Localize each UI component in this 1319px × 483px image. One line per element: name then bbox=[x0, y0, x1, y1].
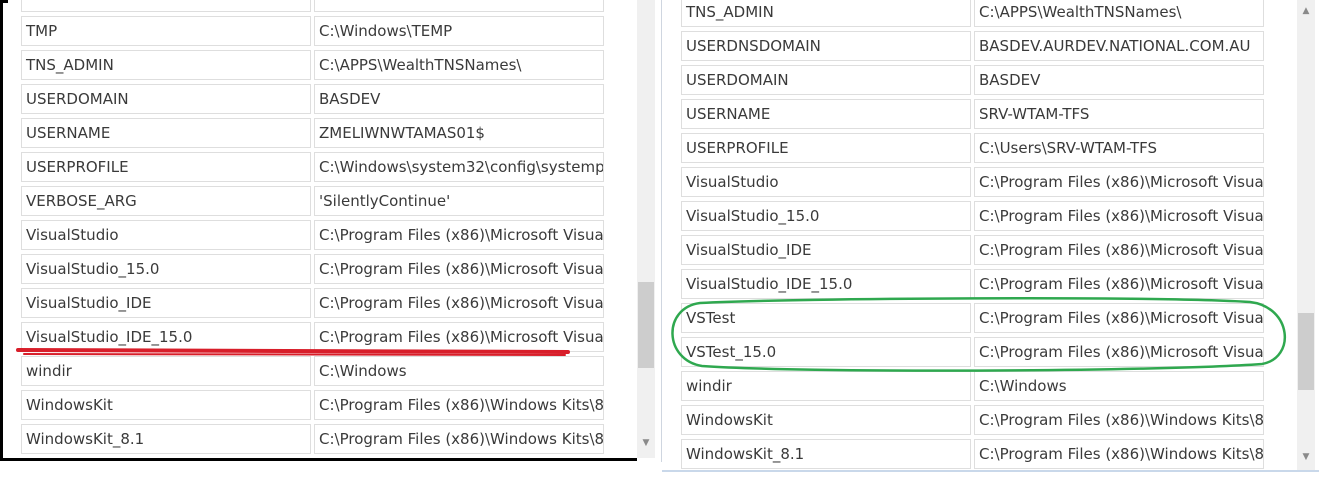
table-row: VisualStudio_IDE_15.0 C:\Program Files (x… bbox=[662, 269, 1264, 299]
down-arrow-icon[interactable]: ▼ bbox=[637, 434, 655, 452]
table-row: USERNAME SRV-WTAM-TFS bbox=[662, 99, 1264, 129]
table-row: USERNAME ZMELIWNWTAMAS01$ bbox=[0, 118, 604, 148]
variable-value-cell[interactable]: C:\Program Files (x86)\Windows Kits\8.1 bbox=[974, 439, 1264, 469]
variable-name-cell[interactable]: VSTest_15.0 bbox=[681, 337, 971, 367]
variable-name-cell[interactable]: WindowsKit_8.1 bbox=[681, 439, 971, 469]
variable-value-cell[interactable]: C:\Program Files (x86)\Microsoft Visual bbox=[314, 220, 604, 250]
variable-value-cell[interactable]: BASDEV bbox=[314, 84, 604, 114]
table-row: VSTest C:\Program Files (x86)\Microsoft V… bbox=[662, 303, 1264, 333]
variable-name-cell[interactable]: WindowsKit_8.1 bbox=[21, 424, 311, 454]
table-row: VisualStudio_15.0 C:\Program Files (x86)\… bbox=[662, 201, 1264, 231]
table-row: VisualStudio C:\Program Files (x86)\Micro… bbox=[0, 220, 604, 250]
variable-value-cell[interactable]: C:\Program Files (x86)\Microsoft Visual bbox=[974, 201, 1264, 231]
table-row: USERPROFILE C:\Windows\system32\config\sy… bbox=[0, 152, 604, 182]
table-row: windir C:\Windows bbox=[0, 356, 604, 386]
table-row: USERDOMAIN BASDEV bbox=[0, 84, 604, 114]
variable-name-cell[interactable]: windir bbox=[681, 371, 971, 401]
variable-value-cell[interactable]: C:\Program Files (x86)\Microsoft Visual bbox=[314, 288, 604, 318]
table-row: windir C:\Windows bbox=[662, 371, 1264, 401]
variable-value-cell[interactable]: C:\Program Files (x86)\Windows Kits\8.1 bbox=[314, 390, 604, 420]
variable-value-cell[interactable]: C:\Program Files (x86)\Windows Kits\8.1 bbox=[314, 424, 604, 454]
variable-value-cell[interactable]: C:\Program Files (x86)\Microsoft Visual bbox=[974, 303, 1264, 333]
variable-name-cell[interactable]: VisualStudio bbox=[681, 167, 971, 197]
table-row: VisualStudio_IDE C:\Program Files (x86)\M… bbox=[0, 288, 604, 318]
variable-value-cell[interactable]: BASDEV bbox=[974, 65, 1264, 95]
table-row: WindowsKit_8.1 C:\Program Files (x86)\Win… bbox=[662, 439, 1264, 469]
table-row: VSTest_15.0 C:\Program Files (x86)\Micros… bbox=[662, 337, 1264, 367]
table-row: VisualStudio_IDE_15.0 C:\Program Files (x… bbox=[0, 322, 604, 352]
variable-name-cell[interactable]: USERDNSDOMAIN bbox=[681, 31, 971, 61]
variable-name-cell[interactable]: VisualStudio_IDE bbox=[21, 288, 311, 318]
table-row: TNS_ADMIN C:\APPS\WealthTNSNames\ bbox=[0, 50, 604, 80]
window-edge bbox=[662, 470, 1319, 472]
window-edge bbox=[0, 0, 3, 460]
left-scrollbar[interactable]: ▼ bbox=[637, 0, 655, 458]
variable-value-cell[interactable]: BASDEV.AURDEV.NATIONAL.COM.AU bbox=[974, 31, 1264, 61]
table-row: WindowsKit C:\Program Files (x86)\Windows… bbox=[0, 390, 604, 420]
window-edge bbox=[0, 458, 637, 461]
variable-name-cell[interactable]: VSTest bbox=[681, 303, 971, 333]
right-scrollbar[interactable]: ▲ ▼ bbox=[1297, 0, 1315, 470]
variable-name-cell[interactable]: windir bbox=[21, 356, 311, 386]
table-row: VERBOSE_ARG 'SilentlyContinue' bbox=[0, 186, 604, 216]
variable-value-cell[interactable]: C:\Program Files (x86)\Microsoft Visual bbox=[974, 269, 1264, 299]
down-arrow-icon[interactable]: ▼ bbox=[1297, 448, 1315, 466]
variable-name-cell[interactable]: VisualStudio_15.0 bbox=[21, 254, 311, 284]
variable-name-cell[interactable]: USERNAME bbox=[21, 118, 311, 148]
screenshot-comparison: TMP C:\Windows\TEMP TNS_ADMIN C:\APPS\Wealt… bbox=[0, 0, 1319, 483]
right-scrollbar-thumb[interactable] bbox=[1298, 313, 1314, 390]
table-row: VisualStudio_IDE C:\Program Files (x86)\M… bbox=[662, 235, 1264, 265]
variable-value-cell[interactable]: C:\Windows bbox=[974, 371, 1264, 401]
variable-value-cell[interactable]: C:\Program Files (x86)\Microsoft Visual bbox=[974, 337, 1264, 367]
variable-name-cell[interactable]: USERPROFILE bbox=[681, 133, 971, 163]
variable-value-cell[interactable]: C:\Windows\system32\config\systempr bbox=[314, 152, 604, 182]
table-row: USERDOMAIN BASDEV bbox=[662, 65, 1264, 95]
variable-value-cell[interactable]: C:\Program Files (x86)\Microsoft Visual bbox=[974, 235, 1264, 265]
table-row: TNS_ADMIN C:\APPS\WealthTNSNames\ bbox=[662, 0, 1264, 27]
variable-name-cell[interactable] bbox=[21, 0, 311, 12]
variable-value-cell[interactable]: C:\Program Files (x86)\Microsoft Visual bbox=[974, 167, 1264, 197]
variable-value-cell[interactable]: C:\APPS\WealthTNSNames\ bbox=[974, 0, 1264, 27]
variable-value-cell[interactable]: C:\Program Files (x86)\Microsoft Visual bbox=[314, 322, 604, 352]
variable-name-cell[interactable]: TNS_ADMIN bbox=[681, 0, 971, 27]
table-row: TMP C:\Windows\TEMP bbox=[0, 16, 604, 46]
table-row: USERDNSDOMAIN BASDEV.AURDEV.NATIONAL.COM.… bbox=[662, 31, 1264, 61]
variable-value-cell[interactable]: C:\Program Files (x86)\Microsoft Visual bbox=[314, 254, 604, 284]
up-arrow-icon[interactable]: ▲ bbox=[1297, 2, 1315, 20]
variable-value-cell[interactable]: SRV-WTAM-TFS bbox=[974, 99, 1264, 129]
variable-name-cell[interactable]: VisualStudio_15.0 bbox=[681, 201, 971, 231]
table-row: VisualStudio C:\Program Files (x86)\Micro… bbox=[662, 167, 1264, 197]
variable-name-cell[interactable]: VisualStudio_IDE_15.0 bbox=[21, 322, 311, 352]
variable-name-cell[interactable]: VERBOSE_ARG bbox=[21, 186, 311, 216]
table-row: WindowsKit_8.1 C:\Program Files (x86)\Win… bbox=[0, 424, 604, 454]
variable-value-cell[interactable]: 'SilentlyContinue' bbox=[314, 186, 604, 216]
variable-value-cell[interactable]: C:\Windows\TEMP bbox=[314, 16, 604, 46]
variable-name-cell[interactable]: WindowsKit bbox=[681, 405, 971, 435]
variable-value-cell[interactable]: C:\Windows bbox=[314, 356, 604, 386]
variable-name-cell[interactable]: WindowsKit bbox=[21, 390, 311, 420]
right-variables-panel: TNS_ADMIN C:\APPS\WealthTNSNames\ USERDNSD… bbox=[662, 0, 1319, 472]
variable-value-cell[interactable]: C:\APPS\WealthTNSNames\ bbox=[314, 50, 604, 80]
variable-value-cell[interactable]: C:\Users\SRV-WTAM-TFS bbox=[974, 133, 1264, 163]
variable-name-cell[interactable]: USERPROFILE bbox=[21, 152, 311, 182]
table-row: WindowsKit C:\Program Files (x86)\Windows… bbox=[662, 405, 1264, 435]
table-row: USERPROFILE C:\Users\SRV-WTAM-TFS bbox=[662, 133, 1264, 163]
variable-name-cell[interactable]: USERDOMAIN bbox=[21, 84, 311, 114]
left-scrollbar-thumb[interactable] bbox=[638, 282, 654, 368]
variable-value-cell[interactable]: C:\Program Files (x86)\Windows Kits\8.1 bbox=[974, 405, 1264, 435]
variable-name-cell[interactable]: USERDOMAIN bbox=[681, 65, 971, 95]
variable-name-cell[interactable]: VisualStudio_IDE bbox=[681, 235, 971, 265]
variable-name-cell[interactable]: VisualStudio_IDE_15.0 bbox=[681, 269, 971, 299]
variable-value-cell[interactable] bbox=[314, 0, 604, 12]
variable-name-cell[interactable]: VisualStudio bbox=[21, 220, 311, 250]
table-row bbox=[0, 0, 604, 12]
table-row: VisualStudio_15.0 C:\Program Files (x86)\… bbox=[0, 254, 604, 284]
variable-value-cell[interactable]: ZMELIWNWTAMAS01$ bbox=[314, 118, 604, 148]
variable-name-cell[interactable]: TNS_ADMIN bbox=[21, 50, 311, 80]
variable-name-cell[interactable]: USERNAME bbox=[681, 99, 971, 129]
left-variables-panel: TMP C:\Windows\TEMP TNS_ADMIN C:\APPS\Wealt… bbox=[0, 0, 662, 462]
variable-name-cell[interactable]: TMP bbox=[21, 16, 311, 46]
